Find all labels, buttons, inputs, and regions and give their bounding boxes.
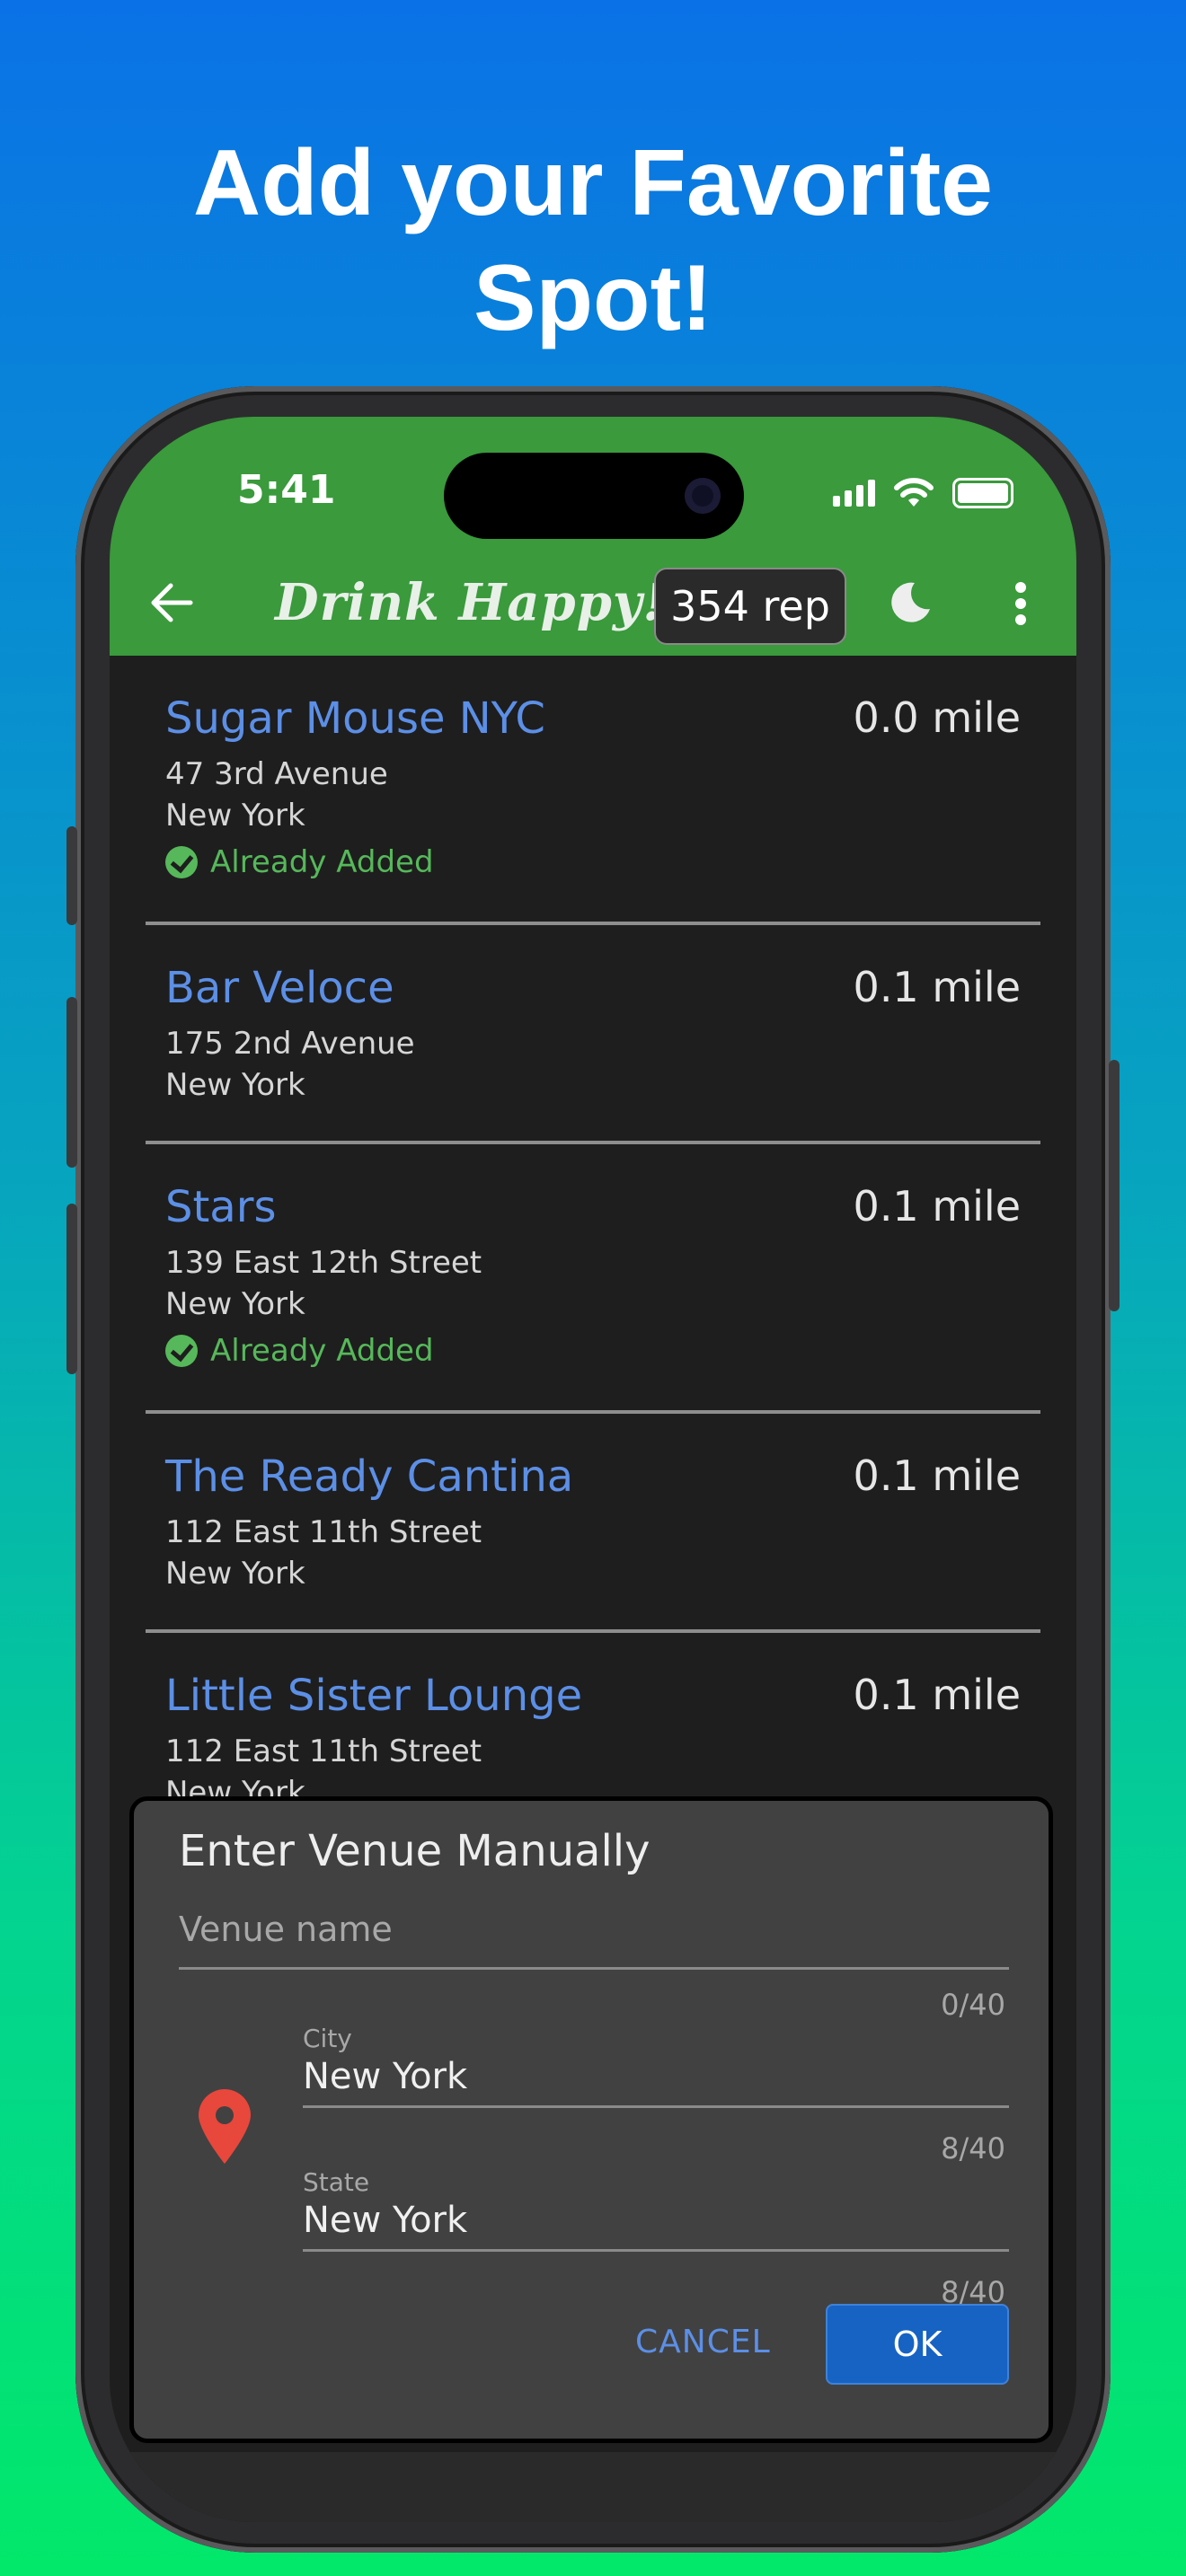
venue-item[interactable]: Bar Veloce 0.1 mile 175 2nd Avenue New Y… xyxy=(146,925,1040,1144)
venue-name[interactable]: Stars xyxy=(165,1182,276,1232)
city-field[interactable]: New York xyxy=(303,2056,1009,2108)
check-circle-icon xyxy=(165,846,198,878)
venue-item[interactable]: Sugar Mouse NYC 0.0 mile 47 3rd Avenue N… xyxy=(146,656,1040,925)
venue-city: New York xyxy=(165,798,305,834)
already-added-status: Already Added xyxy=(165,1333,434,1369)
venue-street: 112 East 11th Street xyxy=(165,1514,482,1550)
venue-street: 112 East 11th Street xyxy=(165,1734,482,1769)
dialog-title: Enter Venue Manually xyxy=(179,1826,651,1876)
app-screen: 5:41 Drink Happy! 354 rep Sugar Mouse NY… xyxy=(110,417,1076,2522)
camera-icon xyxy=(685,478,721,514)
promo-headline: Add your Favorite Spot! xyxy=(0,126,1186,356)
top-bar: 5:41 Drink Happy! 354 rep xyxy=(110,417,1076,656)
venue-distance: 0.1 mile xyxy=(853,1671,1021,1719)
already-added-status: Already Added xyxy=(165,844,434,880)
venue-street: 175 2nd Avenue xyxy=(165,1026,415,1062)
venue-distance: 0.1 mile xyxy=(853,963,1021,1011)
venue-name[interactable]: The Ready Cantina xyxy=(165,1451,573,1502)
wifi-icon xyxy=(894,478,934,507)
ok-button[interactable]: OK xyxy=(826,2304,1009,2385)
venue-name[interactable]: Sugar Mouse NYC xyxy=(165,693,545,744)
status-text: Already Added xyxy=(210,844,434,880)
signal-icon xyxy=(833,480,875,507)
status-time: 5:41 xyxy=(237,467,336,513)
volume-up-button xyxy=(66,997,77,1168)
cancel-button[interactable]: CANCEL xyxy=(635,2324,771,2360)
mute-switch xyxy=(66,826,77,925)
venue-item[interactable]: Stars 0.1 mile 139 East 12th Street New … xyxy=(146,1144,1040,1414)
moon-icon[interactable] xyxy=(888,580,933,625)
battery-icon xyxy=(952,478,1013,508)
venue-distance: 0.1 mile xyxy=(853,1451,1021,1500)
status-text: Already Added xyxy=(210,1333,434,1369)
city-counter: 8/40 xyxy=(941,2131,1005,2166)
venue-street: 139 East 12th Street xyxy=(165,1245,482,1281)
status-icons xyxy=(833,478,1013,508)
venue-list: Sugar Mouse NYC 0.0 mile 47 3rd Avenue N… xyxy=(110,656,1076,1848)
venue-city: New York xyxy=(165,1067,305,1103)
location-pin-icon xyxy=(199,2089,251,2164)
volume-down-button xyxy=(66,1204,77,1374)
venue-street: 47 3rd Avenue xyxy=(165,756,388,792)
venue-name[interactable]: Little Sister Lounge xyxy=(165,1671,582,1721)
state-label: State xyxy=(303,2167,370,2197)
city-label: City xyxy=(303,2024,352,2053)
app-title: Drink Happy! xyxy=(275,573,666,632)
app-bar: Drink Happy! 354 rep xyxy=(110,550,1076,656)
venue-city: New York xyxy=(165,1286,305,1322)
promo-line-2: Spot! xyxy=(474,246,712,350)
venue-city: New York xyxy=(165,1556,305,1592)
power-button xyxy=(1109,1060,1120,1311)
back-arrow-icon[interactable] xyxy=(149,582,194,623)
venue-distance: 0.0 mile xyxy=(853,693,1021,742)
venue-name-input[interactable] xyxy=(179,1891,1009,1970)
rep-badge[interactable]: 354 rep xyxy=(654,568,846,645)
bottom-strip xyxy=(110,2452,1076,2522)
venue-item[interactable]: The Ready Cantina 0.1 mile 112 East 11th… xyxy=(146,1414,1040,1633)
more-vert-icon[interactable] xyxy=(1015,582,1028,625)
dynamic-island xyxy=(444,453,744,539)
venue-name[interactable]: Bar Veloce xyxy=(165,963,394,1013)
manual-venue-dialog: Enter Venue Manually 0/40 City New York … xyxy=(129,1796,1053,2443)
venue-distance: 0.1 mile xyxy=(853,1182,1021,1231)
venue-name-counter: 0/40 xyxy=(941,1988,1005,2022)
state-field[interactable]: New York xyxy=(303,2200,1009,2252)
promo-line-1: Add your Favorite xyxy=(193,131,993,235)
check-circle-icon xyxy=(165,1335,198,1367)
